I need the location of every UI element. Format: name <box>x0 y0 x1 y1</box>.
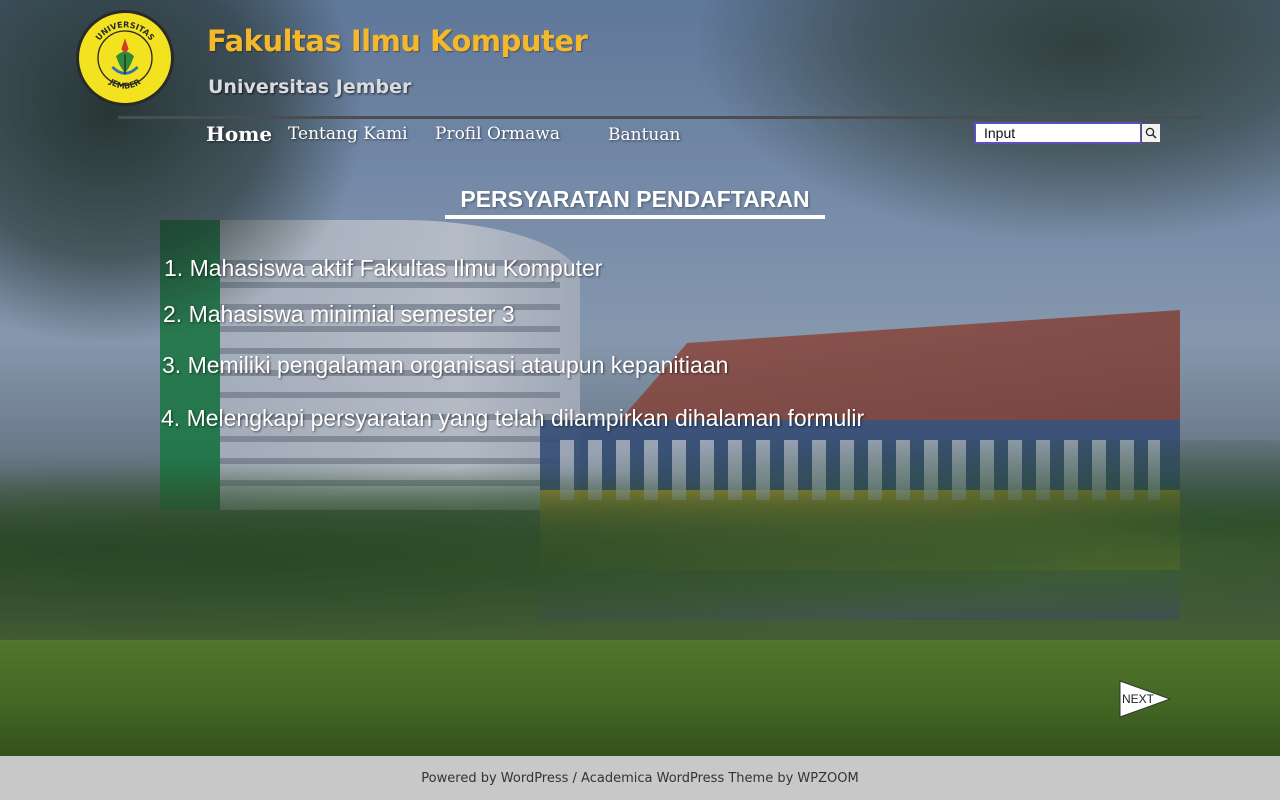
nav-item-profil-ormawa[interactable]: Profil Ormawa <box>435 124 560 144</box>
footer: Powered by WordPress / Academica WordPre… <box>0 756 1280 800</box>
requirement-item: 2. Mahasiswa minimial semester 3 <box>163 301 515 327</box>
next-label: NEXT <box>1122 692 1155 706</box>
site-title[interactable]: Fakultas Ilmu Komputer <box>207 24 588 58</box>
header-divider <box>118 116 1202 119</box>
university-logo[interactable]: UNIVERSITAS JEMBER <box>76 10 174 106</box>
page-title: PERSYARATAN PENDAFTARAN <box>445 186 825 219</box>
nav-item-tentang-kami[interactable]: Tentang Kami <box>288 124 408 144</box>
nav-item-home[interactable]: Home <box>206 122 272 146</box>
requirement-item: 3. Memiliki pengalaman organisasi ataupu… <box>162 352 729 378</box>
logo-ring-bottom: JEMBER <box>107 76 143 91</box>
svg-text:JEMBER: JEMBER <box>107 76 143 91</box>
requirement-item: 1. Mahasiswa aktif Fakultas Ilmu Kompute… <box>164 255 603 281</box>
search-icon <box>1145 127 1157 139</box>
page: UNIVERSITAS JEMBER Fakultas Ilmu Kompute… <box>0 0 1280 800</box>
footer-credit: Powered by WordPress / Academica WordPre… <box>421 771 859 786</box>
logo-emblem-icon: UNIVERSITAS JEMBER <box>93 19 157 91</box>
search-input[interactable] <box>974 122 1142 144</box>
search-button[interactable] <box>1141 123 1161 143</box>
nav-item-bantuan[interactable]: Bantuan <box>608 125 680 145</box>
next-button[interactable]: NEXT <box>1119 680 1171 718</box>
requirement-item: 4. Melengkapi persyaratan yang telah dil… <box>161 405 865 431</box>
site-subtitle: Universitas Jember <box>208 76 412 98</box>
